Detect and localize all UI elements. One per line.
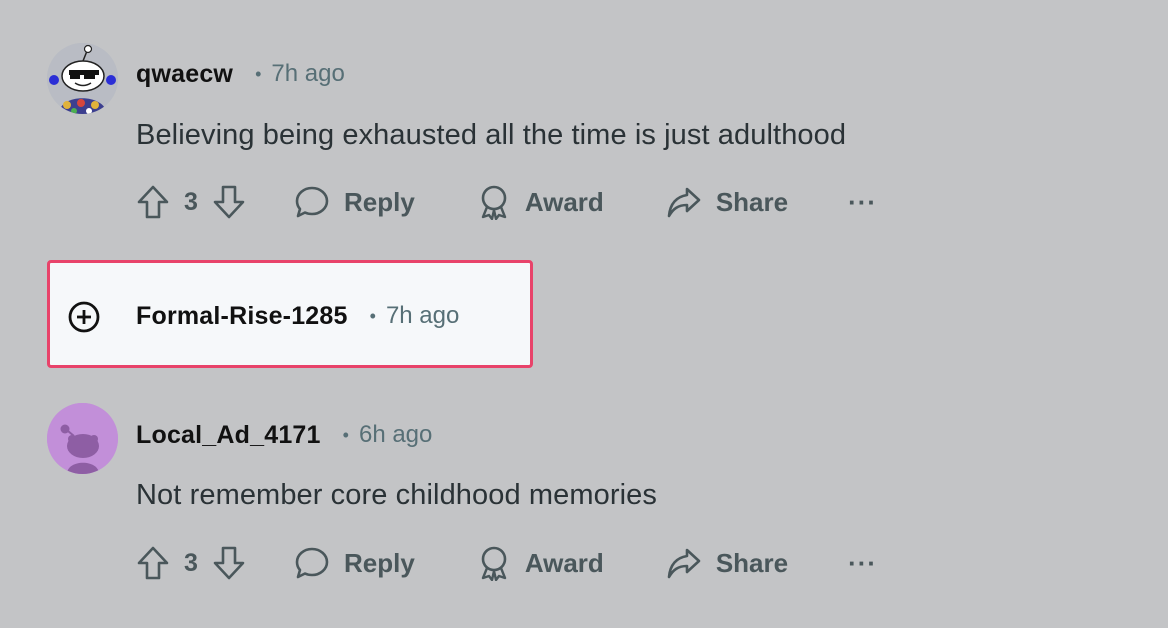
reply-label: Reply <box>344 547 415 578</box>
author-name[interactable]: Formal-Rise-1285 <box>136 302 348 331</box>
more-options-button[interactable]: ··· <box>848 187 877 218</box>
comment-actions: 3 Reply Award Share ··· <box>136 541 877 585</box>
meta-separator: • <box>342 424 349 445</box>
plus-circle-icon <box>68 301 100 333</box>
vote-score: 3 <box>184 187 198 216</box>
upvote-button[interactable] <box>136 182 170 222</box>
award-icon <box>481 546 507 581</box>
meta-separator: • <box>369 305 376 326</box>
reply-button[interactable]: Reply <box>294 546 415 580</box>
author-name[interactable]: Local_Ad_4171 <box>136 421 321 450</box>
reply-label: Reply <box>344 186 415 217</box>
award-button[interactable]: Award <box>477 184 604 220</box>
more-options-button[interactable]: ··· <box>848 548 877 579</box>
share-icon <box>667 548 701 579</box>
share-label: Share <box>715 186 789 217</box>
comment-body: Not remember core childhood memories <box>136 479 657 511</box>
upvote-button[interactable] <box>136 543 170 583</box>
award-label: Award <box>524 547 604 578</box>
expand-comment-button[interactable] <box>67 300 101 334</box>
award-button[interactable]: Award <box>477 545 604 581</box>
arrow-down-icon <box>213 185 245 219</box>
user-avatar[interactable] <box>47 43 118 114</box>
author-name[interactable]: qwaecw <box>136 60 233 89</box>
collapsed-comment-formal-rise-1285[interactable]: Formal-Rise-1285 • 7h ago <box>47 260 533 368</box>
comment-meta: Formal-Rise-1285 • 7h ago <box>136 296 459 336</box>
comment-meta: Local_Ad_4171 • 6h ago <box>136 415 432 455</box>
speech-bubble-icon <box>295 186 329 218</box>
arrow-down-icon <box>213 546 245 580</box>
speech-bubble-icon <box>295 547 329 579</box>
comment-thread: qwaecw • 7h ago Believing being exhauste… <box>0 0 1168 628</box>
arrow-up-icon <box>137 546 169 580</box>
reply-button[interactable]: Reply <box>294 185 415 219</box>
comment-body: Believing being exhausted all the time i… <box>136 119 847 151</box>
award-label: Award <box>524 186 604 217</box>
share-button[interactable]: Share <box>666 185 788 219</box>
downvote-button[interactable] <box>212 543 246 583</box>
share-icon <box>667 187 701 218</box>
downvote-button[interactable] <box>212 182 246 222</box>
share-label: Share <box>715 547 789 578</box>
arrow-up-icon <box>137 185 169 219</box>
share-button[interactable]: Share <box>666 546 788 580</box>
user-avatar[interactable] <box>47 403 118 474</box>
comment-actions: 3 Reply Award Share ··· <box>136 180 877 224</box>
comment-meta: qwaecw • 7h ago <box>136 54 345 94</box>
award-icon <box>481 185 507 220</box>
vote-score: 3 <box>184 548 198 577</box>
timestamp[interactable]: 6h ago <box>359 421 432 449</box>
meta-separator: • <box>255 63 262 84</box>
timestamp[interactable]: 7h ago <box>271 60 344 88</box>
timestamp[interactable]: 7h ago <box>386 302 459 330</box>
